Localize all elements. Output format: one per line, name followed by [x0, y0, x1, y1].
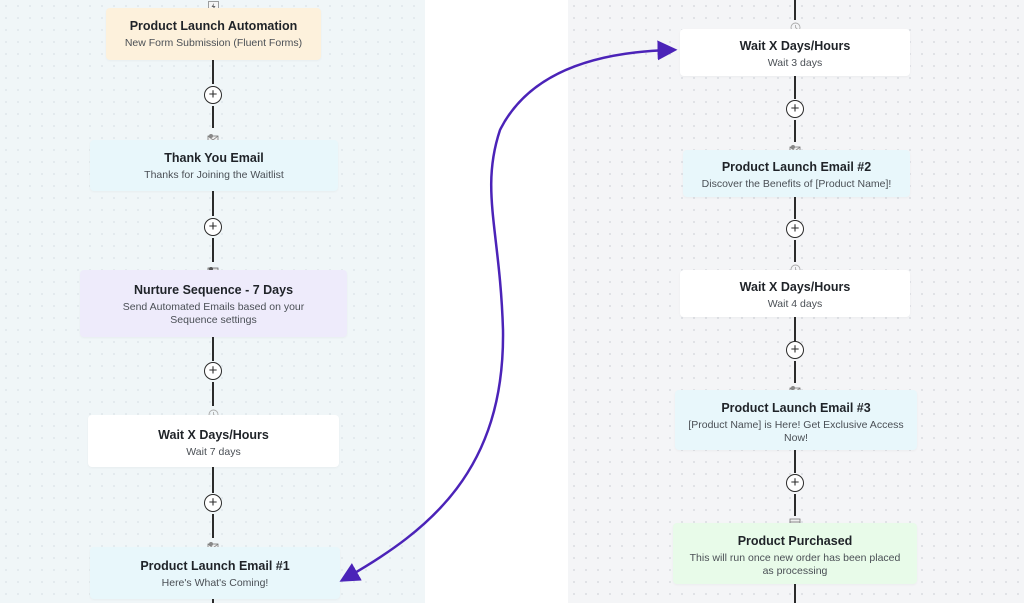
- connector-line: [212, 337, 214, 361]
- plus-icon: +: [790, 474, 800, 491]
- add-step-button[interactable]: +: [786, 220, 804, 238]
- connector-line: [794, 197, 796, 219]
- node-title: Wait X Days/Hours: [739, 39, 851, 53]
- connector-line: [794, 317, 796, 341]
- node-title: Product Purchased: [737, 534, 853, 548]
- connector-line: [212, 238, 214, 262]
- connector-line: [212, 191, 214, 216]
- node-subtitle: [Product Name] is Here! Get Exclusive Ac…: [688, 419, 904, 444]
- wait-node-4-days[interactable]: Wait X Days/Hours Wait 4 days: [680, 270, 910, 317]
- plus-icon: +: [208, 362, 218, 379]
- connector-line: [794, 240, 796, 262]
- connector-line: [212, 382, 214, 406]
- node-title: Nurture Sequence - 7 Days: [133, 283, 294, 297]
- node-subtitle: Discover the Benefits of [Product Name]!: [701, 178, 892, 190]
- add-step-button[interactable]: +: [204, 362, 222, 380]
- connector-line: [794, 494, 796, 516]
- node-subtitle: Thanks for Joining the Waitlist: [144, 169, 284, 181]
- plus-icon: +: [208, 494, 218, 511]
- connector-line: [212, 514, 214, 538]
- connector-line: [794, 361, 796, 383]
- email-node-launch-1[interactable]: Product Launch Email #1 Here's What's Co…: [90, 547, 340, 599]
- email-node-launch-3[interactable]: Product Launch Email #3 [Product Name] i…: [675, 390, 917, 450]
- wait-node-7-days[interactable]: Wait X Days/Hours Wait 7 days: [88, 415, 339, 467]
- trigger-node-product-launch-automation[interactable]: Product Launch Automation New Form Submi…: [106, 8, 321, 60]
- node-subtitle: New Form Submission (Fluent Forms): [124, 37, 303, 49]
- divider-gap: [425, 0, 568, 603]
- plus-icon: +: [790, 341, 800, 358]
- node-subtitle: Wait 3 days: [767, 57, 823, 69]
- add-step-button[interactable]: +: [204, 86, 222, 104]
- node-subtitle: Here's What's Coming!: [161, 577, 269, 589]
- add-step-button[interactable]: +: [786, 100, 804, 118]
- connector-line: [794, 584, 796, 603]
- add-step-button[interactable]: +: [204, 494, 222, 512]
- connector-line: [794, 450, 796, 473]
- email-node-thank-you[interactable]: Thank You Email Thanks for Joining the W…: [90, 140, 338, 191]
- plus-icon: +: [208, 218, 218, 235]
- connector-line: [794, 120, 796, 142]
- node-subtitle: This will run once new order has been pl…: [689, 552, 901, 577]
- node-subtitle: Wait 4 days: [767, 298, 823, 310]
- node-subtitle: Wait 7 days: [186, 446, 241, 458]
- connector-line: [794, 76, 796, 99]
- connector-line: [212, 106, 214, 128]
- node-title: Wait X Days/Hours: [158, 428, 269, 442]
- node-title: Product Launch Email #1: [140, 559, 290, 573]
- node-title: Product Launch Email #2: [721, 160, 872, 174]
- add-step-button[interactable]: +: [204, 218, 222, 236]
- add-step-button[interactable]: +: [786, 341, 804, 359]
- node-title: Thank You Email: [164, 151, 264, 165]
- add-step-button[interactable]: +: [786, 474, 804, 492]
- connector-line: [212, 60, 214, 84]
- plus-icon: +: [208, 86, 218, 103]
- node-title: Product Launch Email #3: [721, 401, 871, 415]
- plus-icon: +: [790, 100, 800, 117]
- connector-line: [212, 599, 214, 603]
- node-title: Product Launch Automation: [129, 19, 298, 33]
- email-node-launch-2[interactable]: Product Launch Email #2 Discover the Ben…: [683, 150, 910, 197]
- wait-node-3-days[interactable]: Wait X Days/Hours Wait 3 days: [680, 29, 910, 76]
- connector-line: [794, 0, 796, 20]
- plus-icon: +: [790, 220, 800, 237]
- connector-line: [212, 467, 214, 493]
- node-subtitle: Send Automated Emails based on your Sequ…: [122, 301, 305, 326]
- node-title: Wait X Days/Hours: [739, 280, 851, 294]
- trigger-node-product-purchased[interactable]: Product Purchased This will run once new…: [673, 523, 917, 584]
- sequence-node-nurture[interactable]: Nurture Sequence - 7 Days Send Automated…: [80, 270, 347, 337]
